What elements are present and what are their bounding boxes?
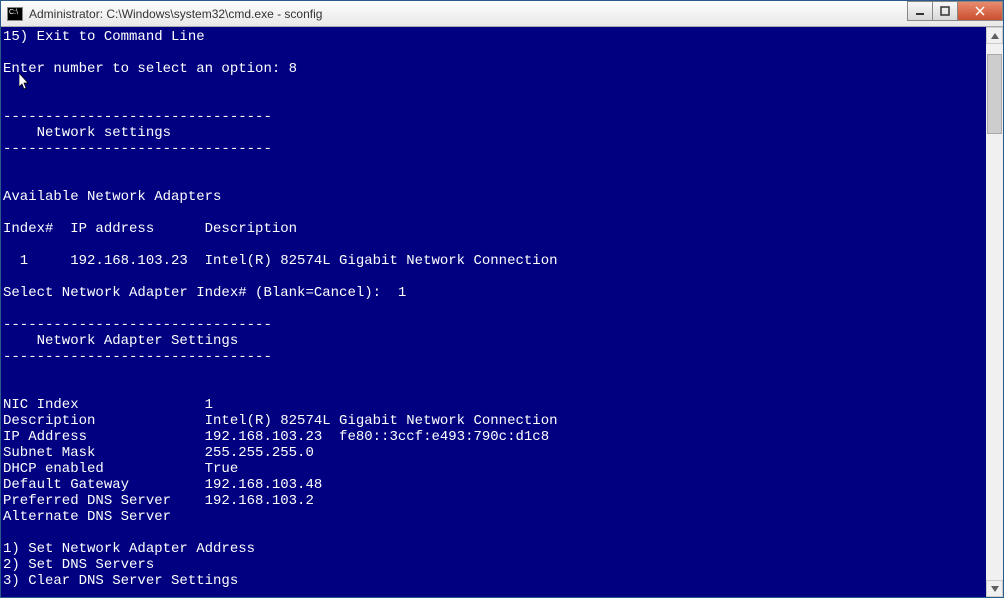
scroll-thumb[interactable]: [987, 54, 1002, 134]
close-button[interactable]: [957, 1, 1003, 21]
command-prompt-window: Administrator: C:\Windows\system32\cmd.e…: [0, 0, 1004, 598]
term-line: 15) Exit to Command Line: [3, 29, 205, 45]
term-line: Network settings: [3, 125, 171, 141]
minimize-button[interactable]: [907, 1, 933, 21]
titlebar[interactable]: Administrator: C:\Windows\system32\cmd.e…: [1, 1, 1003, 27]
scroll-up-button[interactable]: [986, 27, 1003, 44]
term-line: 1) Set Network Adapter Address: [3, 541, 255, 557]
term-line: IP Address 192.168.103.23 fe80::3ccf:e49…: [3, 429, 549, 445]
terminal-output[interactable]: 15) Exit to Command Line Enter number to…: [1, 27, 986, 597]
term-line: Default Gateway 192.168.103.48: [3, 477, 322, 493]
term-line: 2) Set DNS Servers: [3, 557, 154, 573]
term-line: Preferred DNS Server 192.168.103.2: [3, 493, 314, 509]
term-line: --------------------------------: [3, 141, 272, 157]
term-line: Index# IP address Description: [3, 221, 297, 237]
scroll-down-button[interactable]: [986, 580, 1003, 597]
window-controls: [908, 1, 1003, 21]
term-line: Subnet Mask 255.255.255.0: [3, 445, 314, 461]
cmd-icon: [7, 7, 23, 21]
title-text: Administrator: C:\Windows\system32\cmd.e…: [29, 7, 322, 21]
term-line: Network Adapter Settings: [3, 333, 238, 349]
term-line: Available Network Adapters: [3, 189, 221, 205]
content-area: 15) Exit to Command Line Enter number to…: [1, 27, 1003, 597]
term-line: Alternate DNS Server: [3, 509, 171, 525]
term-line: 1 192.168.103.23 Intel(R) 82574L Gigabit…: [3, 253, 558, 269]
term-line: DHCP enabled True: [3, 461, 238, 477]
term-line: 3) Clear DNS Server Settings: [3, 573, 238, 589]
term-line: Enter number to select an option: 8: [3, 61, 297, 77]
term-line: NIC Index 1: [3, 397, 213, 413]
scroll-track[interactable]: [986, 44, 1003, 580]
term-line: Description Intel(R) 82574L Gigabit Netw…: [3, 413, 558, 429]
term-line: --------------------------------: [3, 109, 272, 125]
term-line: --------------------------------: [3, 317, 272, 333]
term-line: Select Network Adapter Index# (Blank=Can…: [3, 285, 406, 301]
maximize-button[interactable]: [932, 1, 958, 21]
vertical-scrollbar[interactable]: [986, 27, 1003, 597]
term-line: --------------------------------: [3, 349, 272, 365]
